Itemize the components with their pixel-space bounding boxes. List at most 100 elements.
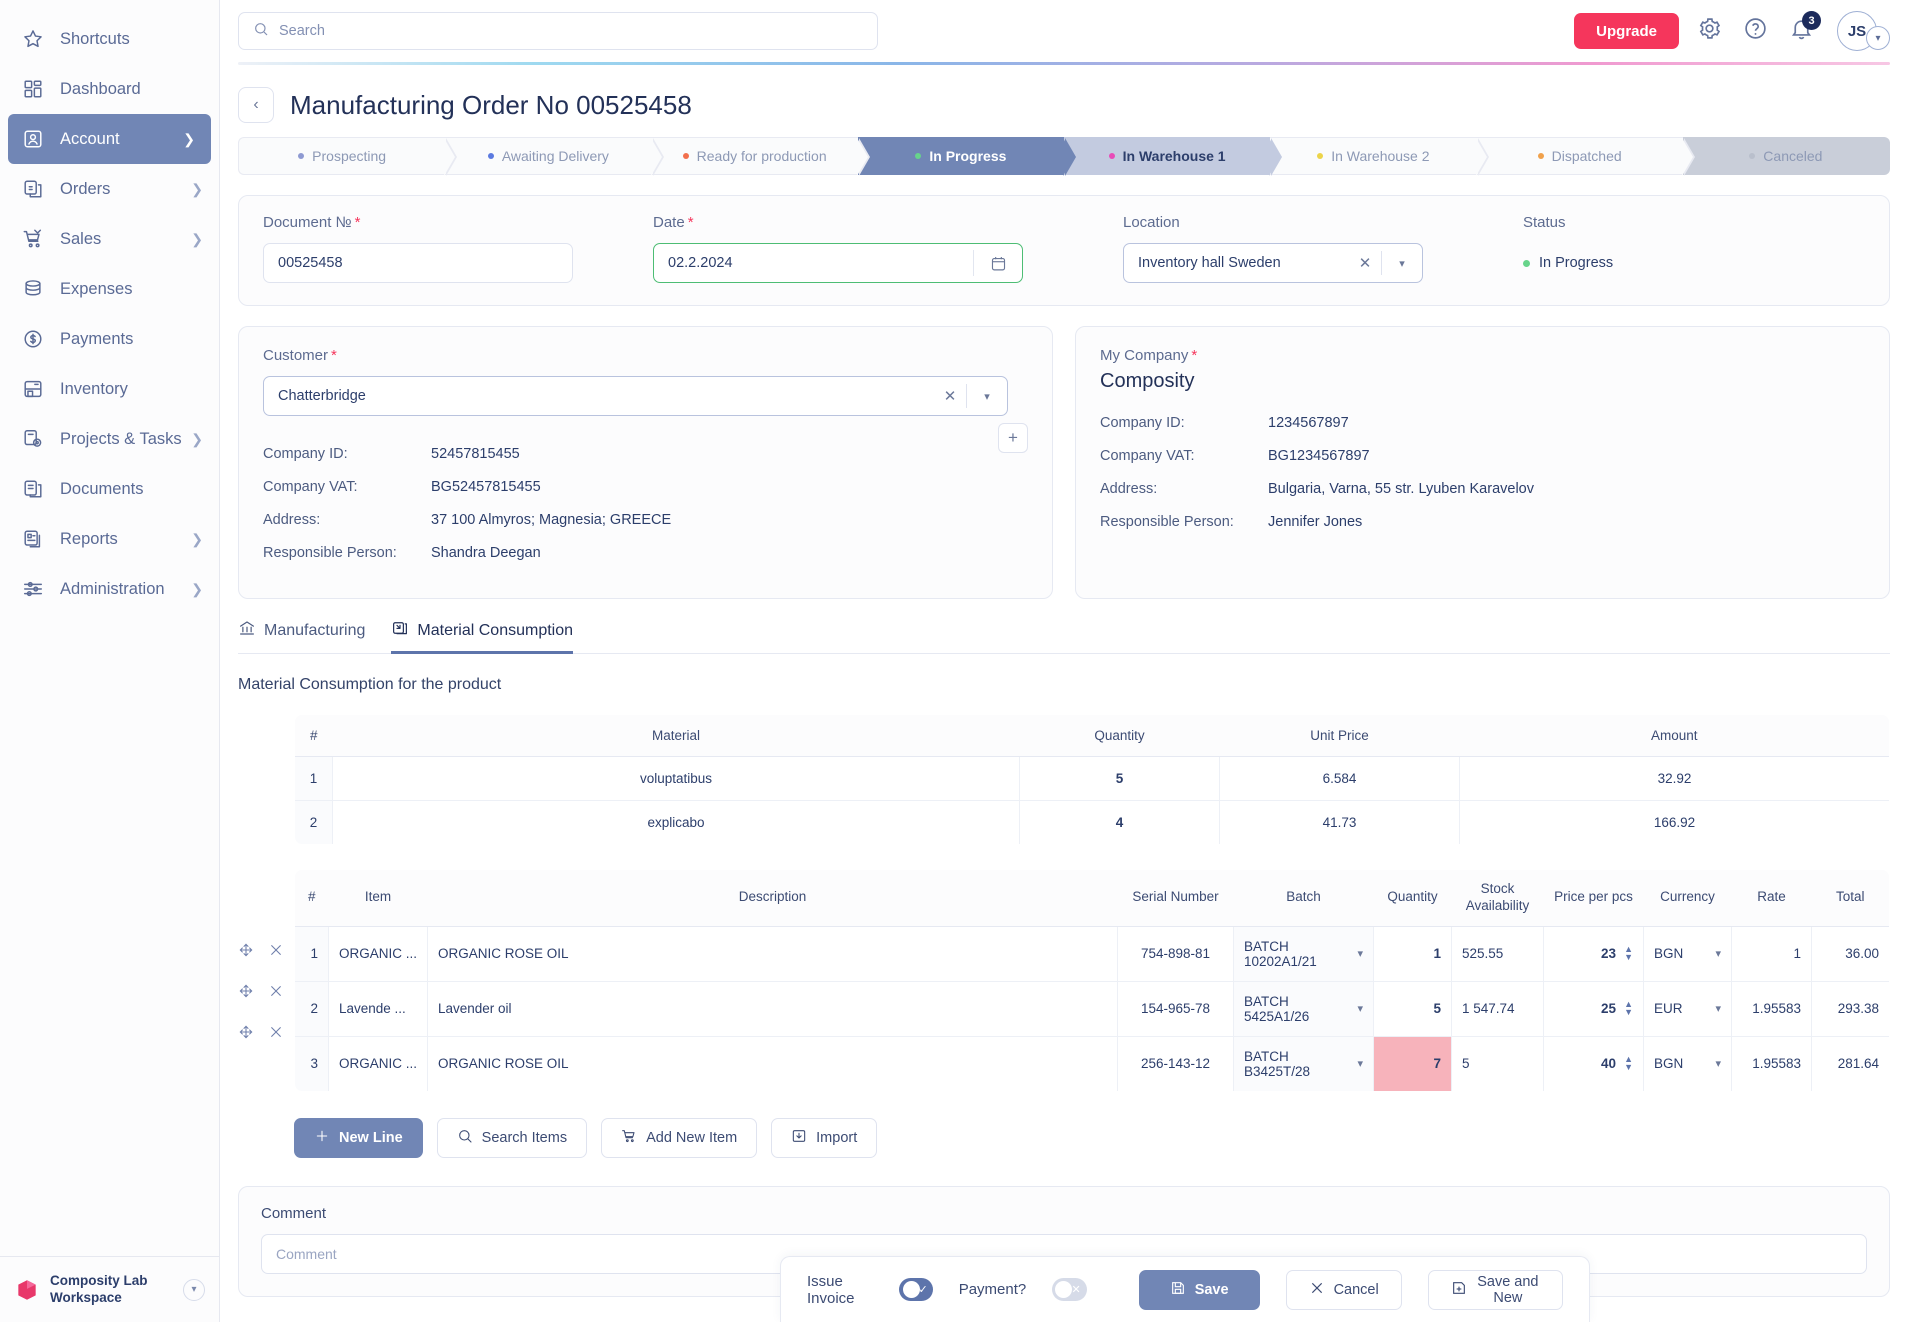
- notifications-button[interactable]: 3: [1785, 11, 1821, 47]
- column-header: Description: [427, 869, 1118, 927]
- save-and-new-button[interactable]: Save and New: [1427, 1269, 1563, 1310]
- drag-handle-icon[interactable]: [238, 1024, 254, 1045]
- item-quantity[interactable]: 5: [1373, 980, 1452, 1037]
- sidebar-item-shortcuts[interactable]: Shortcuts: [0, 14, 219, 64]
- cancel-button[interactable]: Cancel: [1285, 1269, 1402, 1310]
- item-serial-number[interactable]: 754-898-81: [1117, 925, 1234, 982]
- item-price-per-pcs[interactable]: 23 ▲ ▼: [1543, 925, 1644, 982]
- stepper-step-awaiting-delivery[interactable]: Awaiting Delivery: [445, 137, 664, 176]
- workspace-line1: Composity Lab: [50, 1272, 148, 1288]
- item-serial-number[interactable]: 256-143-12: [1117, 1035, 1234, 1091]
- drag-handle-icon[interactable]: [238, 942, 254, 963]
- customer-value: Chatterbridge: [278, 388, 366, 404]
- delete-row-icon[interactable]: [268, 942, 284, 963]
- chevron-down-icon: ▾: [1357, 1058, 1363, 1071]
- notification-badge: 3: [1802, 11, 1821, 30]
- stepper-step-ready-for-production[interactable]: Ready for production: [651, 137, 871, 176]
- date-input[interactable]: 02.2.2024: [653, 243, 1023, 283]
- sidebar-item-inventory[interactable]: Inventory: [0, 364, 219, 414]
- add-new-item-button[interactable]: Add New Item: [601, 1117, 758, 1158]
- tab-manufacturing[interactable]: Manufacturing: [238, 619, 365, 654]
- drag-handle-icon[interactable]: [238, 983, 254, 1004]
- sidebar-item-orders[interactable]: Orders ❯: [0, 164, 219, 214]
- column-header: Rate: [1731, 869, 1812, 927]
- sidebar-item-expenses[interactable]: Expenses: [0, 264, 219, 314]
- stepper-step-in-warehouse-2[interactable]: In Warehouse 2: [1270, 137, 1489, 176]
- sidebar-item-sales[interactable]: Sales ❯: [0, 214, 219, 264]
- search-input[interactable]: [279, 23, 863, 39]
- clear-icon[interactable]: ✕: [934, 387, 966, 405]
- item-code[interactable]: Lavende ...: [328, 980, 428, 1037]
- add-customer-button[interactable]: +: [998, 423, 1028, 453]
- sidebar-item-dashboard[interactable]: Dashboard: [0, 64, 219, 114]
- sidebar-item-reports[interactable]: Reports ❯: [0, 514, 219, 564]
- search-icon: [253, 21, 269, 42]
- sidebar-item-projects-tasks[interactable]: Projects & Tasks ❯: [0, 414, 219, 464]
- calendar-icon[interactable]: [974, 255, 1022, 272]
- item-price-per-pcs[interactable]: 25 ▲ ▼: [1543, 980, 1644, 1037]
- delete-row-icon[interactable]: [268, 1024, 284, 1045]
- item-currency-select[interactable]: BGN ▾: [1643, 925, 1732, 982]
- stepper-step-in-progress[interactable]: In Progress: [857, 137, 1077, 176]
- chevron-down-icon[interactable]: ▾: [1866, 26, 1890, 50]
- tab-material-consumption[interactable]: Material Consumption: [391, 619, 574, 654]
- sidebar-item-documents[interactable]: Documents: [0, 464, 219, 514]
- user-menu[interactable]: JS ▾: [1837, 11, 1890, 51]
- issue-invoice-toggle[interactable]: ✓: [898, 1278, 933, 1301]
- chevron-down-icon[interactable]: ▾: [183, 1278, 205, 1301]
- chevron-right-icon: ❯: [191, 430, 203, 447]
- item-total: 281.64: [1811, 1035, 1889, 1091]
- item-batch-select[interactable]: BATCH 5425A1/26 ▾: [1233, 980, 1374, 1037]
- sidebar-item-account[interactable]: Account ❯: [8, 114, 211, 164]
- item-quantity[interactable]: 7: [1373, 1035, 1452, 1091]
- item-batch-select[interactable]: BATCH B3425T/28 ▾: [1233, 1035, 1374, 1091]
- item-price-per-pcs[interactable]: 40 ▲ ▼: [1543, 1035, 1644, 1091]
- stepper-step-dispatched[interactable]: Dispatched: [1476, 137, 1696, 176]
- item-code[interactable]: ORGANIC ...: [328, 1035, 428, 1091]
- search-items-button[interactable]: Search Items: [436, 1117, 588, 1158]
- item-description[interactable]: Lavender oil: [427, 980, 1118, 1037]
- new-line-button[interactable]: New Line: [294, 1117, 423, 1158]
- stepper-step-prospecting[interactable]: Prospecting: [238, 137, 458, 176]
- item-quantity[interactable]: 1: [1373, 925, 1452, 982]
- stepper-arrows-icon: ▲ ▼: [1624, 1054, 1633, 1073]
- location-field: Location Inventory hall Sweden ✕ ▾: [1123, 214, 1423, 283]
- save-button[interactable]: Save: [1138, 1269, 1260, 1310]
- action-label: Search Items: [481, 1129, 568, 1146]
- clear-icon[interactable]: ✕: [1349, 254, 1381, 272]
- search-box[interactable]: [238, 12, 878, 50]
- item-currency-select[interactable]: EUR ▾: [1643, 980, 1732, 1037]
- chevron-down-icon[interactable]: ▾: [1382, 257, 1422, 270]
- sidebar-item-payments[interactable]: Payments: [0, 314, 219, 364]
- inventory-icon: [20, 376, 46, 402]
- document-no-input[interactable]: 00525458: [263, 243, 573, 283]
- item-code[interactable]: ORGANIC ...: [328, 925, 428, 982]
- payment-toggle[interactable]: ✕: [1052, 1278, 1087, 1301]
- delete-row-icon[interactable]: [268, 983, 284, 1004]
- help-button[interactable]: [1739, 15, 1771, 47]
- action-label: Import: [816, 1129, 858, 1146]
- sidebar-item-label: Expenses: [60, 279, 133, 298]
- detail-row: Address: 37 100 Almyros; Magnesia; GREECE: [263, 512, 1028, 528]
- item-description[interactable]: ORGANIC ROSE OIL: [427, 925, 1118, 982]
- workspace-switcher[interactable]: Composity Lab Workspace ▾: [0, 1256, 219, 1322]
- item-currency-select[interactable]: BGN ▾: [1643, 1035, 1732, 1091]
- detail-key: Responsible Person:: [263, 545, 397, 561]
- customer-select[interactable]: Chatterbridge ✕ ▾: [263, 376, 1008, 416]
- item-description[interactable]: ORGANIC ROSE OIL: [427, 1035, 1118, 1091]
- back-button[interactable]: ‹: [238, 87, 274, 123]
- column-header: Total: [1811, 869, 1889, 927]
- chevron-down-icon[interactable]: ▾: [967, 390, 1007, 403]
- chevron-down-icon: ▾: [1357, 1003, 1363, 1016]
- sidebar-item-administration[interactable]: Administration ❯: [0, 564, 219, 614]
- location-select[interactable]: Inventory hall Sweden ✕ ▾: [1123, 243, 1423, 283]
- settings-button[interactable]: [1693, 15, 1725, 47]
- upgrade-button[interactable]: Upgrade: [1574, 13, 1679, 49]
- table-row: 1 voluptatibus 5 6.584 32.92: [295, 756, 1889, 801]
- item-serial-number[interactable]: 154-965-78: [1117, 980, 1234, 1037]
- stepper-step-in-warehouse-1[interactable]: In Warehouse 1: [1064, 137, 1283, 176]
- item-batch-select[interactable]: BATCH 10202A1/21 ▾: [1233, 925, 1374, 982]
- stepper-step-canceled[interactable]: Canceled: [1682, 137, 1890, 175]
- import-button[interactable]: Import: [771, 1117, 878, 1158]
- cart-icon: [621, 1128, 637, 1148]
